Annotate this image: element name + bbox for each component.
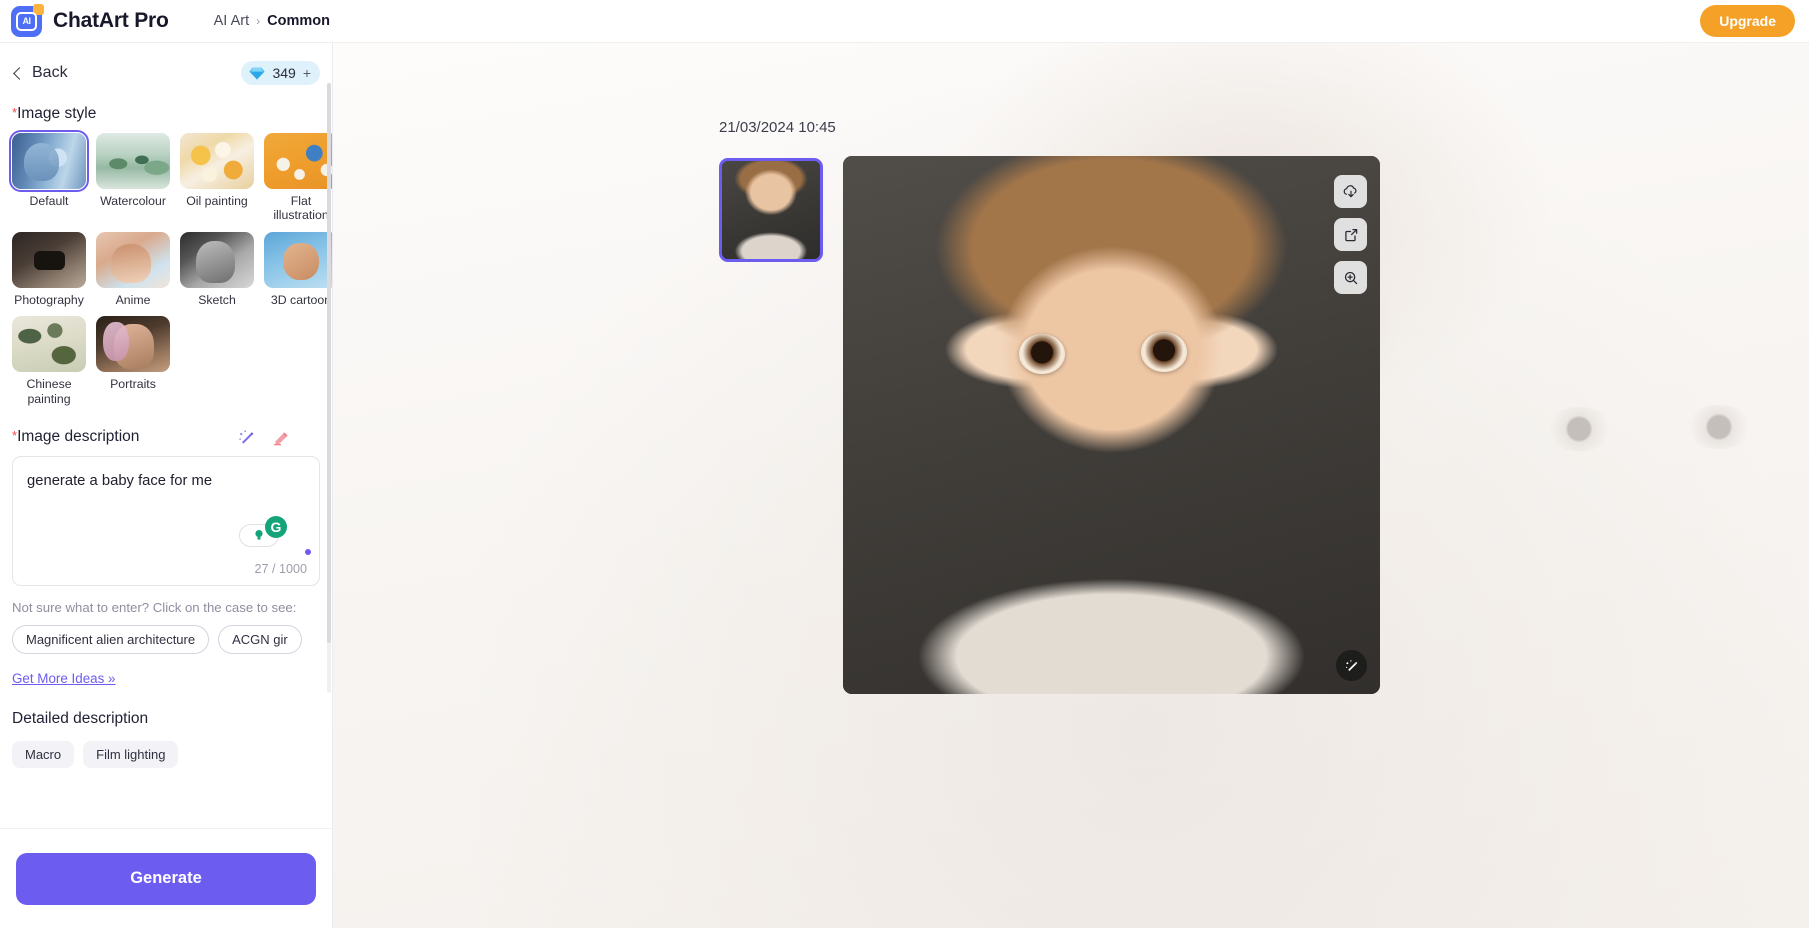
magic-wand-icon[interactable] <box>237 428 256 447</box>
ai-logo-icon: AI <box>11 3 44 37</box>
detailed-description-chip-row: Macro Film lighting <box>12 740 320 768</box>
style-option-label: Default <box>29 194 69 208</box>
breadcrumb-current: Common <box>267 13 330 29</box>
sidebar-top-bar: Back 349 + <box>10 43 322 85</box>
back-label: Back <box>32 64 68 81</box>
style-thumbnail <box>264 231 332 288</box>
style-option-label: Anime <box>115 292 151 307</box>
generated-image <box>843 156 1380 694</box>
get-more-ideas-link[interactable]: Get More Ideas » <box>12 671 115 686</box>
detailed-description-label: Detailed description <box>12 709 149 727</box>
example-chip-row: Magnificent alien architecture ACGN gir <box>12 624 320 654</box>
grammarly-widget[interactable]: G <box>239 515 287 547</box>
style-option-photography[interactable]: Photography <box>12 231 86 307</box>
image-style-label: Image style <box>12 105 322 123</box>
generate-action-bar: Generate <box>0 828 332 928</box>
style-option-label: Oil painting <box>186 194 248 208</box>
image-description-label: Image description <box>12 428 139 446</box>
style-option-flat-illustration[interactable]: Flat illustration <box>264 133 332 223</box>
result-thumbnail-strip <box>719 158 823 262</box>
style-option-default[interactable]: Default <box>9 130 89 223</box>
result-thumbnail[interactable] <box>719 158 823 262</box>
style-thumbnail <box>180 133 254 189</box>
lightbulb-icon <box>255 530 263 540</box>
style-option-label: Chinese painting <box>26 377 72 406</box>
status-dot <box>305 548 311 555</box>
settings-sidebar: Back 349 + Image style <box>0 43 333 928</box>
example-chip[interactable]: ACGN gir <box>218 624 302 654</box>
image-action-buttons <box>1334 175 1367 294</box>
style-option-label: 3D cartoon <box>270 292 332 307</box>
chevron-left-icon <box>13 66 26 80</box>
breadcrumb: AI Art › Common <box>214 13 330 29</box>
style-thumbnail <box>264 133 332 189</box>
style-thumbnail <box>9 130 89 192</box>
description-tool-icons <box>237 428 290 447</box>
image-style-grid: Default Watercolour Oil painting Flat il… <box>9 130 332 406</box>
credits-value: 349 <box>272 65 296 81</box>
zoom-in-icon[interactable] <box>1334 261 1367 294</box>
main-canvas: 21/03/2024 10:45 <box>333 43 1809 928</box>
style-option-chinese-painting[interactable]: Chinese painting <box>12 316 86 406</box>
download-icon[interactable] <box>1334 175 1367 208</box>
background-artwork-detail <box>1683 405 1755 449</box>
logo-inner-glyph: AI <box>16 11 37 31</box>
thumbnail-image <box>722 161 820 259</box>
style-thumbnail <box>96 133 170 189</box>
style-option-label: Sketch <box>198 292 236 307</box>
style-option-sketch[interactable]: Sketch <box>180 231 254 307</box>
style-option-label: Photography <box>14 292 84 307</box>
grammarly-badge: G <box>265 515 287 538</box>
scroll-fade-mask <box>0 802 332 828</box>
character-counter: 27 / 1000 <box>254 561 307 576</box>
example-hint: Not sure what to enter? Click on the cas… <box>12 599 297 615</box>
app-header: AI ChatArt Pro AI Art › Common Upgrade <box>0 0 1809 43</box>
style-thumbnail <box>96 316 170 373</box>
style-option-label: Portraits <box>110 377 156 392</box>
style-option-watercolour[interactable]: Watercolour <box>96 133 170 223</box>
sidebar-scrollbar-thumb[interactable] <box>327 83 331 643</box>
credits-badge[interactable]: 349 + <box>241 61 320 85</box>
image-description-field[interactable]: G 27 / 1000 <box>12 455 320 586</box>
image-description-header: Image description <box>12 428 320 447</box>
style-option-oil-painting[interactable]: Oil painting <box>180 133 254 223</box>
style-option-portraits[interactable]: Portraits <box>96 316 170 406</box>
app-body: Back 349 + Image style <box>0 43 1809 928</box>
background-artwork-detail <box>1543 407 1615 451</box>
generated-image-detail <box>1019 334 1065 374</box>
generated-image-detail <box>1141 332 1187 372</box>
back-button[interactable]: Back <box>12 64 68 82</box>
add-credits-icon[interactable]: + <box>303 66 311 80</box>
style-option-label: Flat illustration <box>273 194 329 223</box>
share-icon[interactable] <box>1334 218 1367 251</box>
style-option-anime[interactable]: Anime <box>96 231 170 307</box>
generation-timestamp: 21/03/2024 10:45 <box>719 119 836 136</box>
upgrade-button[interactable]: Upgrade <box>1700 5 1795 37</box>
example-chip[interactable]: Magnificent alien architecture <box>12 624 210 654</box>
app-title: ChatArt Pro <box>53 9 169 32</box>
chevron-right-icon: › <box>256 14 261 28</box>
generate-button[interactable]: Generate <box>16 852 316 905</box>
breadcrumb-root[interactable]: AI Art <box>214 13 249 29</box>
style-thumbnail <box>96 231 170 288</box>
style-thumbnail <box>12 231 86 288</box>
detail-chip[interactable]: Macro <box>12 740 75 768</box>
detail-chip[interactable]: Film lighting <box>83 740 179 768</box>
style-thumbnail <box>180 231 254 288</box>
diamond-gem-icon <box>249 67 266 80</box>
app-logo[interactable]: AI ChatArt Pro <box>11 3 169 37</box>
style-thumbnail <box>12 316 86 373</box>
eraser-icon[interactable] <box>271 428 290 447</box>
magic-wand-icon[interactable] <box>1336 650 1367 681</box>
style-option-label: Watercolour <box>100 194 166 208</box>
sidebar-scroll-area: Back 349 + Image style <box>0 43 332 828</box>
result-image-viewer <box>843 156 1380 694</box>
style-option-3d-cartoon[interactable]: 3D cartoon <box>264 231 332 307</box>
